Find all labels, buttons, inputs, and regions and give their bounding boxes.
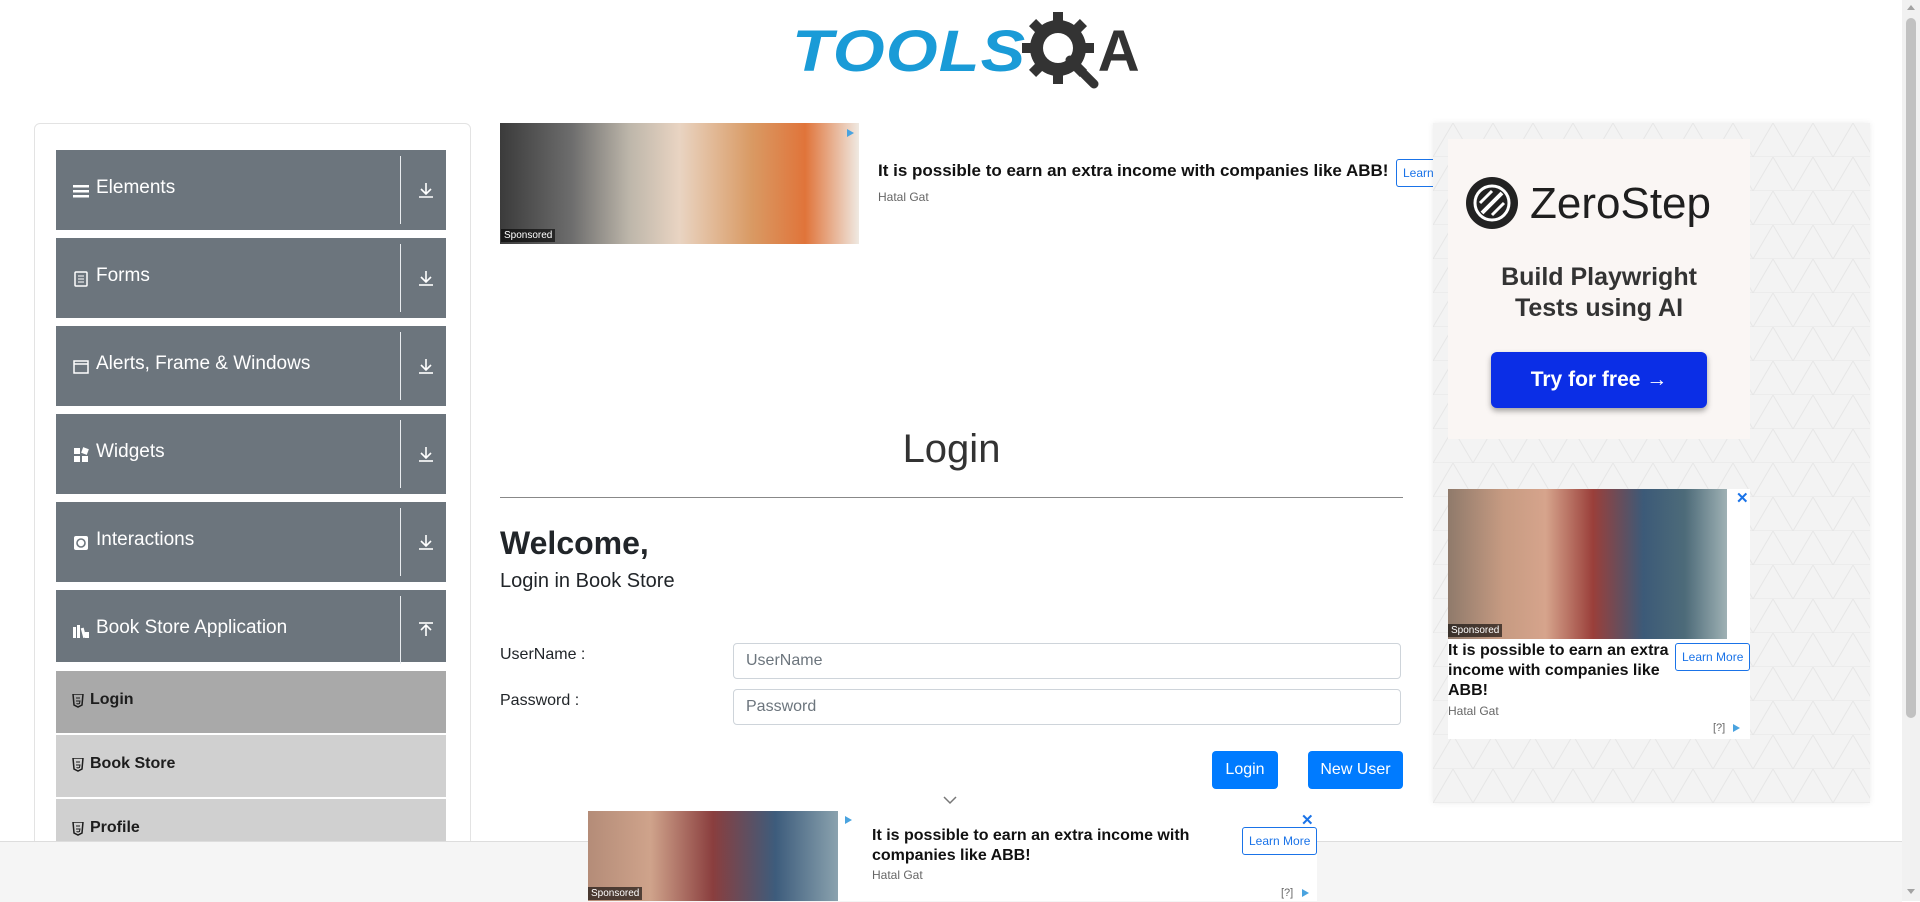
ad-source: Hatal Gat: [1448, 704, 1499, 718]
vertical-scrollbar[interactable]: [1902, 0, 1920, 901]
password-input[interactable]: [733, 689, 1401, 725]
sidebar-item-label: Book Store: [90, 755, 176, 772]
sidebar-group-label: Elements: [96, 177, 176, 198]
sidebar-group-widgets[interactable]: Widgets: [56, 414, 446, 494]
sidebar-item-login[interactable]: Login: [56, 670, 446, 733]
widgets-icon: [73, 447, 89, 463]
ad-title: It is possible to earn an extra income w…: [1448, 642, 1669, 699]
zerostep-tagline: Build Playwright Tests using AI: [1448, 262, 1750, 325]
logo-gear-q-icon: [1020, 10, 1104, 94]
download-arrow-icon[interactable]: [418, 446, 434, 462]
zerostep-logo-icon: [1466, 177, 1518, 229]
books-icon: [73, 623, 89, 639]
divider: [500, 497, 1403, 498]
username-input[interactable]: [733, 643, 1401, 679]
sidebar-group-elements[interactable]: Elements: [56, 150, 446, 230]
divider: [400, 332, 401, 400]
welcome-heading: Welcome,: [500, 525, 649, 561]
divider: [400, 508, 401, 576]
ad-title: It is possible to earn an extra income w…: [872, 827, 1190, 864]
login-subheading: Login in Book Store: [500, 570, 675, 592]
download-arrow-icon[interactable]: [418, 534, 434, 550]
html5-icon: [72, 693, 84, 708]
ad-image: [500, 123, 859, 244]
sidebar-group-forms[interactable]: Forms: [56, 238, 446, 318]
top-banner-ad[interactable]: Sponsored It is possible to earn an extr…: [500, 123, 1435, 244]
scroll-up-arrow-icon[interactable]: [1907, 5, 1915, 10]
sidebar-item-label: Profile: [90, 819, 140, 836]
toolsqa-logo[interactable]: TOOLS A: [792, 12, 1140, 90]
divider: [400, 156, 401, 224]
divider: [400, 244, 401, 312]
divider: [400, 596, 401, 664]
left-panel-sidebar: Elements Forms Alerts, Frame & Windows W…: [34, 123, 471, 885]
sidebar-item-book-store[interactable]: Book Store: [56, 734, 446, 797]
chevron-down-icon[interactable]: [943, 795, 957, 805]
sidebar-group-alerts-frame-windows[interactable]: Alerts, Frame & Windows: [56, 326, 446, 406]
new-user-button[interactable]: New User: [1308, 751, 1403, 789]
sidebar-item-label: Login: [90, 691, 134, 708]
close-icon[interactable]: ✕: [1736, 489, 1749, 507]
login-button[interactable]: Login: [1212, 751, 1278, 789]
right-secondary-ad[interactable]: Sponsored ✕ It is possible to earn an ex…: [1448, 489, 1751, 739]
html5-icon: [72, 821, 84, 836]
sidebar-group-label: Interactions: [96, 529, 195, 550]
adchoices-icon[interactable]: [1732, 723, 1741, 733]
ad-source: Hatal Gat: [878, 190, 929, 204]
zerostep-brand: ZeroStep: [1530, 179, 1711, 228]
adchoices-icon[interactable]: [846, 128, 855, 138]
learn-more-button[interactable]: Learn More: [1675, 643, 1751, 671]
upload-arrow-icon[interactable]: [418, 622, 434, 638]
tagline-line-1: Build Playwright: [1501, 263, 1697, 291]
adchoices-icon[interactable]: [844, 815, 853, 825]
sidebar-group-label: Book Store Application: [96, 617, 288, 638]
scroll-down-arrow-icon[interactable]: [1907, 889, 1915, 894]
username-label: UserName :: [500, 646, 586, 663]
sidebar-group-label: Forms: [96, 265, 150, 286]
divider: [400, 420, 401, 488]
sidebar-group-book-store-application[interactable]: Book Store Application: [56, 590, 446, 664]
page-title: Login: [902, 427, 1001, 471]
download-arrow-icon[interactable]: [418, 270, 434, 286]
sponsored-label: Sponsored: [1448, 624, 1503, 637]
tagline-line-2: Tests using AI: [1514, 294, 1684, 323]
download-arrow-icon[interactable]: [418, 182, 434, 198]
ad-source: Hatal Gat: [872, 868, 923, 882]
bottom-sticky-ad[interactable]: Sponsored ✕ It is possible to earn an ex…: [588, 811, 1317, 901]
ad-image: [1448, 489, 1727, 639]
ad-title: It is possible to earn an extra income w…: [878, 161, 1389, 180]
html5-icon: [72, 757, 84, 772]
interactions-icon: [73, 535, 89, 551]
right-sidebar-ad: ZeroStep Build Playwright Tests using AI…: [1433, 123, 1870, 803]
scrollbar-thumb[interactable]: [1906, 18, 1916, 718]
logo-a-text: A: [1097, 19, 1140, 84]
ad-info-link[interactable]: [?]: [1713, 722, 1725, 734]
learn-more-button[interactable]: Learn More: [1242, 827, 1317, 855]
document-icon: [73, 271, 89, 287]
try-for-free-button[interactable]: Try for free →: [1491, 352, 1707, 408]
password-label: Password :: [500, 692, 580, 709]
ad-info-link[interactable]: [?]: [1281, 887, 1293, 899]
sponsored-label: Sponsored: [588, 887, 643, 900]
download-arrow-icon[interactable]: [418, 358, 434, 374]
sidebar-group-interactions[interactable]: Interactions: [56, 502, 446, 582]
sidebar-group-label: Alerts, Frame & Windows: [96, 353, 311, 374]
sidebar-group-label: Widgets: [96, 441, 165, 462]
hamburger-icon: [73, 183, 89, 199]
zerostep-ad[interactable]: ZeroStep Build Playwright Tests using AI…: [1448, 139, 1750, 439]
adchoices-icon[interactable]: [1301, 888, 1310, 898]
learn-more-button[interactable]: Learn: [1396, 159, 1435, 187]
site-header: TOOLS A: [0, 0, 1902, 100]
logo-tools-text: TOOLS: [792, 19, 1027, 84]
sponsored-label: Sponsored: [501, 229, 556, 242]
window-icon: [73, 359, 89, 375]
